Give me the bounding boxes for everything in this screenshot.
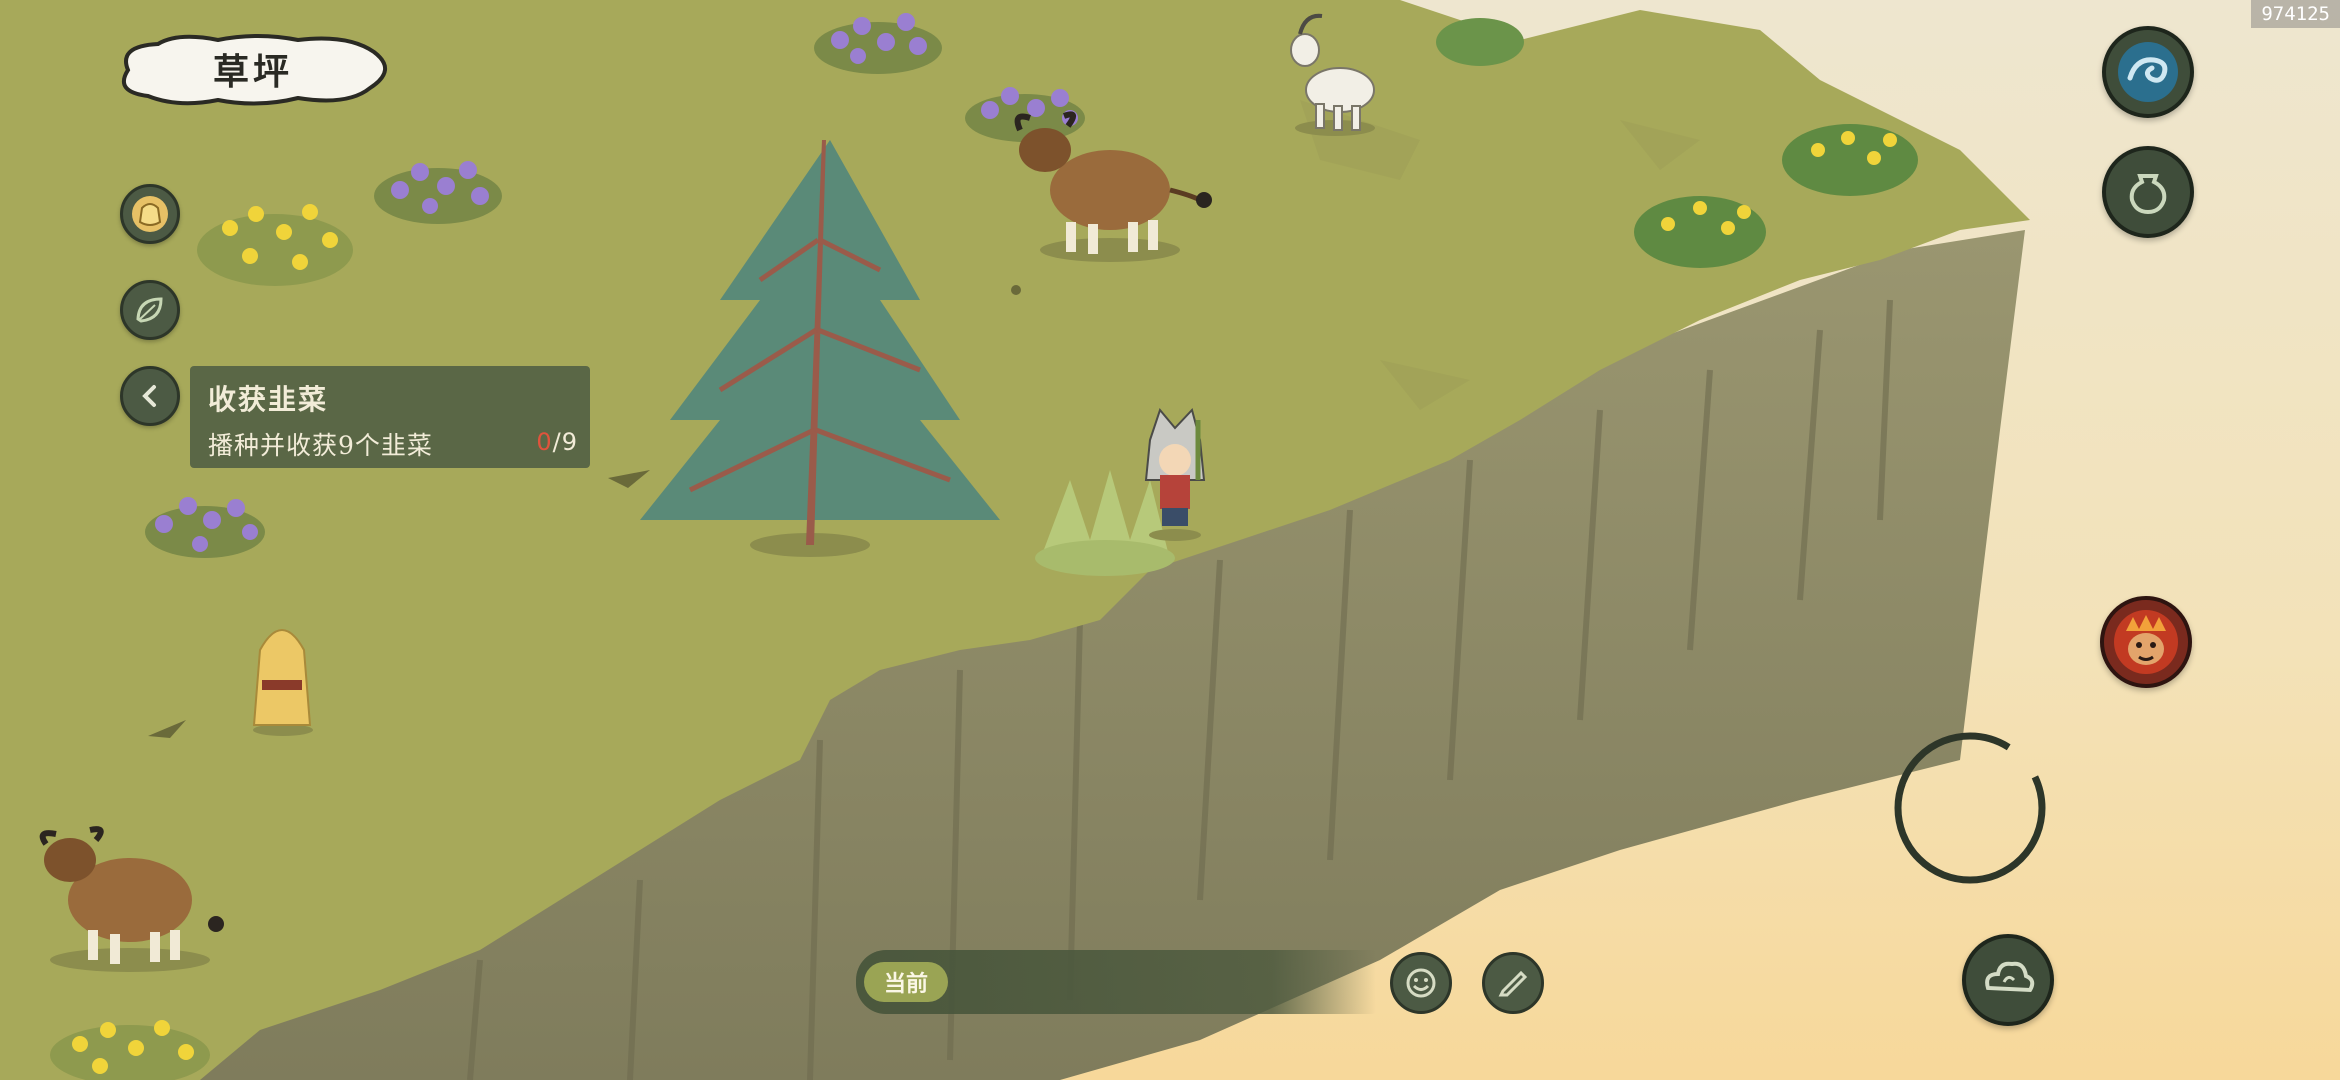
quest-progress-total: /9 bbox=[552, 428, 578, 456]
transform-button[interactable] bbox=[2100, 596, 2192, 688]
clover-flower-patch bbox=[1782, 124, 1918, 196]
cloud-swirl-icon bbox=[1985, 961, 2035, 993]
quest-tracker-panel[interactable]: 收获韭菜 播种并收获9个韭菜 0/9 bbox=[190, 366, 590, 468]
quest-collapse-button[interactable] bbox=[120, 366, 180, 426]
emoji-button[interactable] bbox=[1390, 952, 1452, 1014]
edit-icon bbox=[1498, 970, 1528, 997]
build-id-label: 974125 bbox=[2251, 0, 2340, 28]
inventory-button[interactable] bbox=[120, 184, 180, 244]
joystick-ring-icon bbox=[1894, 732, 2046, 884]
leaf-icon bbox=[136, 297, 163, 323]
skill-wind-button[interactable] bbox=[2102, 26, 2194, 118]
quest-title: 收获韭菜 bbox=[208, 383, 329, 416]
quest-progress: 0/9 bbox=[536, 428, 578, 456]
location-title-plate: 草坪 bbox=[108, 30, 398, 108]
collapse-arrow-icon bbox=[142, 385, 156, 407]
clover-flower-patch bbox=[1634, 196, 1766, 268]
virtual-joystick[interactable] bbox=[1890, 728, 2050, 888]
chat-bar[interactable]: 当前 bbox=[856, 950, 1376, 1014]
wind-swirl-icon bbox=[2118, 42, 2178, 102]
quest-progress-current: 0 bbox=[536, 428, 553, 456]
jar-icon bbox=[2129, 174, 2167, 215]
quest-description: 播种并收获9个韭菜 0/9 bbox=[208, 426, 577, 462]
chat-channel-tab[interactable]: 当前 bbox=[864, 962, 948, 1002]
jar-button[interactable] bbox=[2102, 146, 2194, 238]
emoji-icon bbox=[1406, 968, 1436, 998]
pouch-icon bbox=[132, 196, 168, 232]
quest-description-text: 播种并收获9个韭菜 bbox=[208, 431, 433, 460]
demon-mask-icon bbox=[2114, 610, 2178, 674]
nature-button[interactable] bbox=[120, 280, 180, 340]
edit-button[interactable] bbox=[1482, 952, 1544, 1014]
fern-bush bbox=[1436, 18, 1524, 66]
location-name: 草坪 bbox=[212, 51, 293, 93]
game-world[interactable] bbox=[0, 0, 2340, 1080]
jump-button[interactable] bbox=[1962, 934, 2054, 1026]
